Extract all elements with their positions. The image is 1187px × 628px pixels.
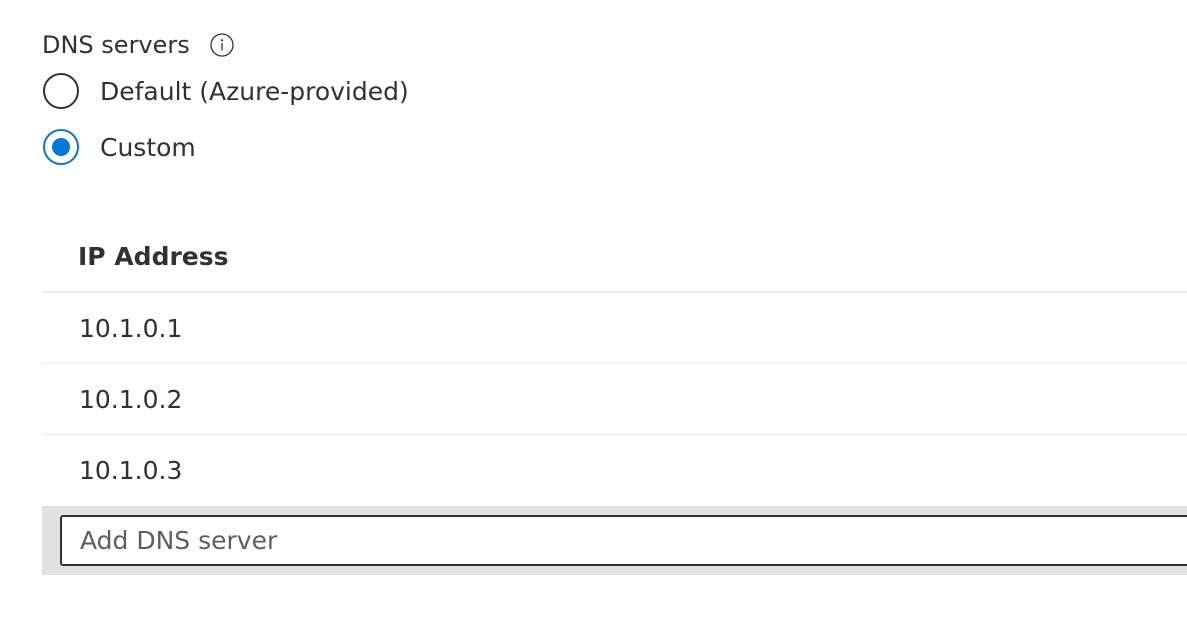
dns-servers-label-row: DNS servers <box>42 29 234 61</box>
ip-address-cell: 10.1.0.2 <box>79 384 183 414</box>
radio-button-unchecked[interactable] <box>43 73 79 109</box>
dns-servers-grid: IP Address 10.1.0.1 10.1.0.2 10.1.0.3 <box>42 221 1187 506</box>
radio-label-default: Default (Azure-provided) <box>100 76 409 106</box>
ip-address-cell: 10.1.0.3 <box>79 456 183 485</box>
radio-label-custom: Custom <box>100 132 196 162</box>
dns-servers-label: DNS servers <box>42 31 190 59</box>
add-dns-server-input[interactable] <box>60 515 1187 566</box>
table-row[interactable]: 10.1.0.2 <box>42 364 1187 435</box>
ip-address-cell: 10.1.0.1 <box>79 313 183 343</box>
radio-selected-dot <box>52 138 70 156</box>
table-row[interactable]: 10.1.0.3 <box>42 435 1187 506</box>
column-header-ip-address: IP Address <box>42 221 1187 293</box>
info-icon[interactable] <box>210 33 234 57</box>
add-dns-server-row <box>42 506 1187 575</box>
radio-default-azure-provided[interactable]: Default (Azure-provided) <box>43 71 409 111</box>
table-row[interactable]: 10.1.0.1 <box>42 293 1187 364</box>
radio-button-checked[interactable] <box>43 129 79 165</box>
radio-custom[interactable]: Custom <box>43 127 196 167</box>
